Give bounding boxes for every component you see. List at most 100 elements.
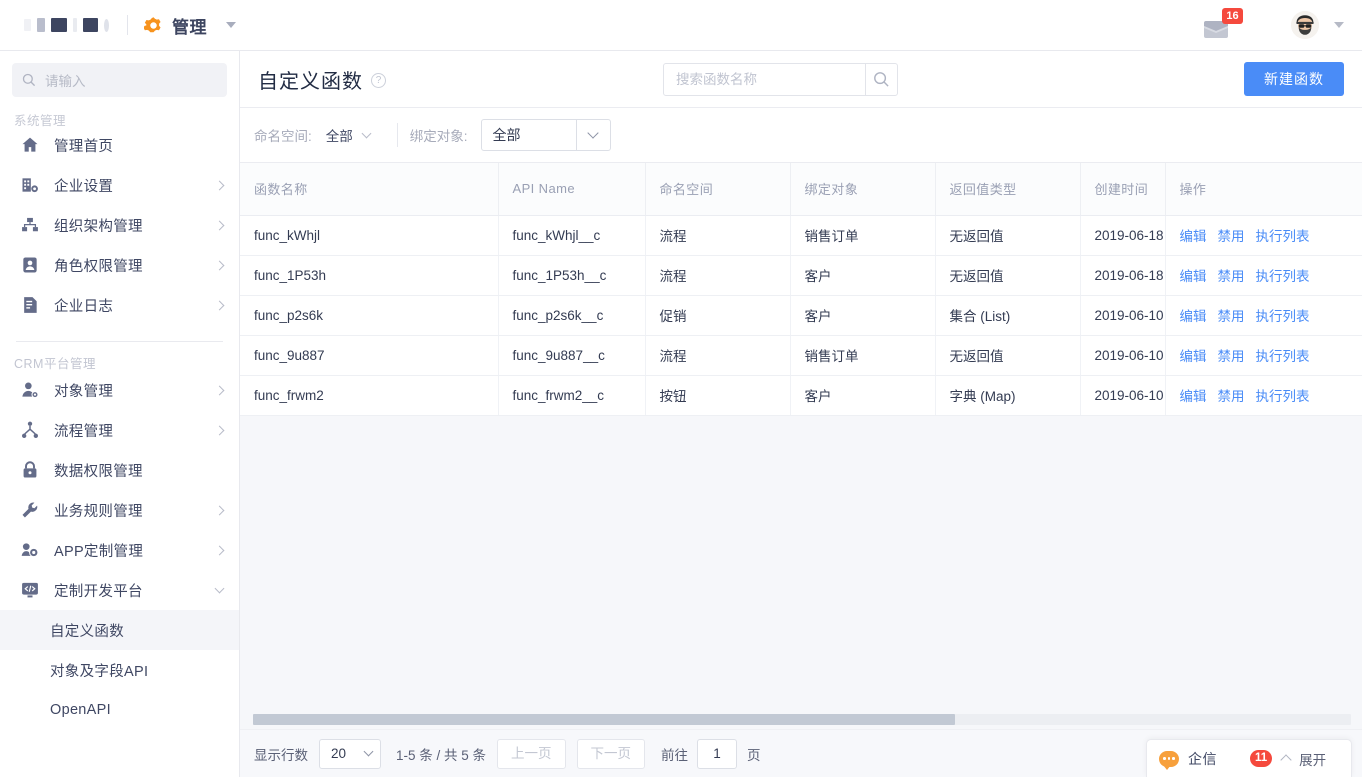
disable-link[interactable]: 禁用 — [1218, 389, 1245, 404]
sidebar-item-admin-home[interactable]: 管理首页 — [0, 125, 239, 165]
messages-button[interactable]: 16 — [1197, 7, 1243, 43]
building-gear-icon — [20, 175, 40, 195]
disable-link[interactable]: 禁用 — [1218, 349, 1245, 364]
sidebar-item-role-permissions[interactable]: 角色权限管理 — [0, 245, 239, 285]
org-chart-icon — [20, 215, 40, 235]
search-button[interactable] — [865, 64, 897, 95]
record-count-text: 1-5 条 / 共 5 条 — [396, 747, 487, 763]
sidebar-item-label: APP定制管理 — [54, 543, 144, 560]
sidebar-item-flow-management[interactable]: 流程管理 — [0, 410, 239, 450]
next-page-button[interactable]: 下一页 — [576, 738, 646, 769]
goto-page-input[interactable] — [697, 738, 738, 769]
chevron-right-icon — [214, 425, 225, 435]
sidebar-item-data-permissions[interactable]: 数据权限管理 — [0, 450, 239, 490]
sidebar-item-enterprise-settings[interactable]: 企业设置 — [0, 165, 239, 205]
execution-list-link[interactable]: 执行列表 — [1256, 269, 1310, 284]
table-row[interactable]: func_frwm2 func_frwm2__c 按钮 客户 字典 (Map) … — [240, 375, 1362, 416]
cell-return-type: 无返回值 — [935, 335, 1081, 376]
page-header: 自定义函数 ? 新建函数 — [240, 51, 1362, 108]
cell-operations: 编辑 禁用 执行列表 — [1165, 215, 1362, 256]
edit-link[interactable]: 编辑 — [1180, 389, 1207, 404]
bind-object-filter-value: 全部 — [492, 127, 521, 143]
cell-return-type: 集合 (List) — [935, 295, 1081, 336]
cell-created-time: 2019-06-18 2 — [1080, 255, 1166, 296]
execution-list-link[interactable]: 执行列表 — [1256, 229, 1310, 244]
chat-widget[interactable]: 企信 11 展开 — [1146, 739, 1352, 777]
home-icon — [20, 135, 40, 155]
scrollbar-thumb[interactable] — [253, 714, 955, 725]
sidebar-subitem-openapi[interactable]: OpenAPI — [0, 690, 239, 730]
sidebar-subitem-label: 对象及字段API — [50, 663, 149, 680]
table-horizontal-scrollbar[interactable] — [240, 711, 1362, 729]
document-icon — [20, 295, 40, 315]
cell-return-type: 字典 (Map) — [935, 375, 1081, 416]
edit-link[interactable]: 编辑 — [1180, 309, 1207, 324]
avatar[interactable] — [1291, 11, 1319, 39]
sidebar-search-input[interactable]: 请输入 — [12, 63, 227, 97]
sidebar-item-partial-cutoff[interactable] — [0, 769, 239, 777]
chat-expand-label[interactable]: 展开 — [1299, 749, 1326, 769]
bind-object-filter-select[interactable]: 全部 — [480, 119, 611, 151]
column-header-return-type[interactable]: 返回值类型 — [935, 163, 1081, 216]
question-mark-icon[interactable]: ? — [371, 73, 386, 88]
chevron-down-icon — [363, 746, 374, 757]
sidebar-item-app-customization[interactable]: APP定制管理 — [0, 530, 239, 570]
column-header-function-name[interactable]: 函数名称 — [240, 163, 499, 216]
sidebar-item-label: 定制开发平台 — [54, 583, 143, 600]
cell-api-name: func_frwm2__c — [498, 375, 646, 416]
chevron-down-icon[interactable] — [226, 22, 236, 28]
chevron-up-icon[interactable] — [1280, 754, 1292, 766]
cell-api-name: func_kWhjl__c — [498, 215, 646, 256]
cell-namespace: 流程 — [645, 215, 791, 256]
sidebar-subitem-object-field-api[interactable]: 对象及字段API — [0, 650, 239, 690]
function-search-box[interactable] — [663, 63, 898, 96]
cell-function-name: func_p2s6k — [240, 295, 499, 336]
sidebar-item-business-rules[interactable]: 业务规则管理 — [0, 490, 239, 530]
table-row[interactable]: func_p2s6k func_p2s6k__c 促销 客户 集合 (List)… — [240, 295, 1362, 336]
column-header-api-name[interactable]: API Name — [498, 163, 646, 216]
company-logo[interactable] — [24, 18, 109, 32]
disable-link[interactable]: 禁用 — [1218, 229, 1245, 244]
sidebar-item-label: 企业设置 — [54, 178, 114, 195]
messages-badge: 16 — [1222, 8, 1243, 24]
sidebar-subitem-custom-functions[interactable]: 自定义函数 — [0, 610, 239, 650]
column-header-namespace[interactable]: 命名空间 — [645, 163, 791, 216]
column-header-created-time[interactable]: 创建时间 — [1080, 163, 1166, 216]
column-header-bind-object[interactable]: 绑定对象 — [790, 163, 936, 216]
rows-per-page-select[interactable]: 20 — [319, 738, 381, 769]
cell-bind-object: 客户 — [790, 295, 936, 336]
prev-page-button[interactable]: 上一页 — [497, 738, 566, 769]
sidebar-item-enterprise-log[interactable]: 企业日志 — [0, 285, 239, 325]
execution-list-link[interactable]: 执行列表 — [1256, 309, 1310, 324]
chevron-down-icon[interactable] — [575, 120, 610, 150]
cell-return-type: 无返回值 — [935, 255, 1081, 296]
namespace-filter-dropdown[interactable]: 全部 — [326, 125, 372, 145]
execution-list-link[interactable]: 执行列表 — [1256, 349, 1310, 364]
cell-function-name: func_1P53h — [240, 255, 499, 296]
table-body: func_kWhjl func_kWhjl__c 流程 销售订单 无返回值 20… — [240, 215, 1362, 416]
admin-menu[interactable]: 管理 — [143, 13, 236, 38]
disable-link[interactable]: 禁用 — [1218, 309, 1245, 324]
table-row[interactable]: func_9u887 func_9u887__c 流程 销售订单 无返回值 20… — [240, 335, 1362, 376]
edit-link[interactable]: 编辑 — [1180, 349, 1207, 364]
chat-unread-badge: 11 — [1250, 750, 1273, 767]
cell-bind-object: 销售订单 — [790, 215, 936, 256]
table-row[interactable]: func_1P53h func_1P53h__c 流程 客户 无返回值 2019… — [240, 255, 1362, 296]
search-input[interactable] — [664, 64, 865, 95]
sidebar-item-custom-dev-platform[interactable]: 定制开发平台 — [0, 570, 239, 610]
new-function-button[interactable]: 新建函数 — [1244, 62, 1344, 96]
edit-link[interactable]: 编辑 — [1180, 269, 1207, 284]
sidebar-item-org-structure[interactable]: 组织架构管理 — [0, 205, 239, 245]
avatar-chevron-down-icon[interactable] — [1334, 22, 1344, 28]
chevron-right-icon — [214, 180, 225, 190]
edit-link[interactable]: 编辑 — [1180, 229, 1207, 244]
gear-icon — [143, 16, 163, 35]
table-row[interactable]: func_kWhjl func_kWhjl__c 流程 销售订单 无返回值 20… — [240, 215, 1362, 256]
execution-list-link[interactable]: 执行列表 — [1256, 389, 1310, 404]
disable-link[interactable]: 禁用 — [1218, 269, 1245, 284]
chevron-right-icon — [214, 300, 225, 310]
admin-label: 管理 — [172, 17, 207, 37]
column-header-operations[interactable]: 操作 — [1165, 163, 1362, 216]
sidebar-item-object-management[interactable]: 对象管理 — [0, 370, 239, 410]
rows-per-page-value: 20 — [331, 746, 347, 761]
